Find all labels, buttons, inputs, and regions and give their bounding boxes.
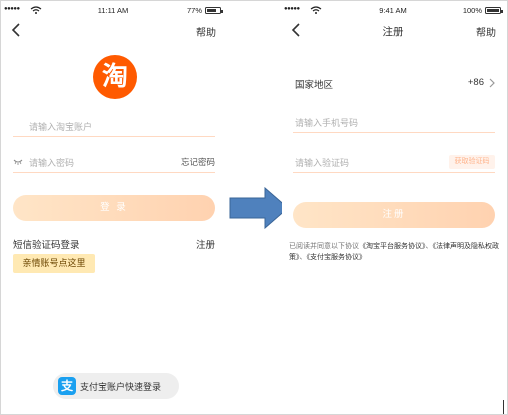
back-icon[interactable] xyxy=(10,22,24,38)
nav-bar: 注册 帮助 xyxy=(282,19,504,41)
taobao-logo: 淘 xyxy=(93,55,137,99)
sms-login-link[interactable]: 短信验证码登录 xyxy=(13,237,80,251)
region-label[interactable]: 国家地区 xyxy=(295,77,333,91)
divider xyxy=(503,400,504,414)
battery-icon xyxy=(485,7,503,14)
alipay-quick-login-button[interactable]: 支 支付宝账户快速登录 xyxy=(53,373,179,399)
battery-percent: 100% xyxy=(462,6,482,15)
code-input[interactable]: 请输入验证码 xyxy=(295,156,349,169)
get-code-button[interactable]: 获取验证码 xyxy=(449,155,495,169)
nav-bar: 帮助 xyxy=(2,19,224,41)
comparison-frame: ●●●●● 11:11 AM 77% 帮助 淘 请输入淘宝账户 请输入密码 忘记… xyxy=(0,0,508,415)
agreement-separator: 、 xyxy=(425,243,433,250)
login-button[interactable]: 登 录 xyxy=(13,195,215,221)
region-code[interactable]: +86 xyxy=(468,77,484,88)
agreement-text: 已阅读并同意以下协议《淘宝平台服务协议》、《法律声明及隐私权政策》、《支付宝服务… xyxy=(289,241,501,263)
password-input[interactable]: 请输入密码 xyxy=(29,156,74,169)
register-button[interactable]: 注册 xyxy=(293,202,495,228)
alipay-quick-login-label: 支付宝账户快速登录 xyxy=(80,382,162,392)
arrow-right-icon xyxy=(229,187,289,229)
family-account-button[interactable]: 亲情账号点这里 xyxy=(13,254,95,273)
eye-closed-icon[interactable] xyxy=(13,157,23,165)
battery-percent: 77% xyxy=(186,6,202,15)
help-link[interactable]: 帮助 xyxy=(476,24,496,39)
register-link[interactable]: 注册 xyxy=(196,237,215,251)
battery-icon xyxy=(205,7,223,14)
chevron-right-icon[interactable] xyxy=(488,77,496,89)
page-title: 注册 xyxy=(382,26,404,38)
register-screen: ●●●●● 9:41 AM 100% 注册 帮助 国家地区 +86 请输入手机号… xyxy=(282,1,504,414)
phone-input[interactable]: 请输入手机号码 xyxy=(295,116,358,129)
status-bar: ●●●●● 9:41 AM 100% xyxy=(282,5,504,17)
agreement-link-taobao[interactable]: 《淘宝平台服务协议》 xyxy=(359,243,426,250)
password-field[interactable]: 请输入密码 忘记密码 xyxy=(13,153,215,173)
forgot-password-link[interactable]: 忘记密码 xyxy=(181,156,215,168)
agreement-prefix: 已阅读并同意以下协议 xyxy=(289,243,359,250)
login-screen: ●●●●● 11:11 AM 77% 帮助 淘 请输入淘宝账户 请输入密码 忘记… xyxy=(2,1,224,414)
phone-field[interactable]: 请输入手机号码 xyxy=(293,113,495,133)
help-link[interactable]: 帮助 xyxy=(196,24,216,39)
account-input[interactable]: 请输入淘宝账户 xyxy=(29,120,92,133)
agreement-separator: 、 xyxy=(299,254,307,261)
account-field[interactable]: 请输入淘宝账户 xyxy=(13,117,215,137)
alipay-icon: 支 xyxy=(58,377,76,395)
agreement-link-alipay[interactable]: 《支付宝服务协议》 xyxy=(307,254,367,261)
code-field[interactable]: 请输入验证码 获取验证码 xyxy=(293,153,495,173)
status-bar: ●●●●● 11:11 AM 77% xyxy=(2,5,224,17)
